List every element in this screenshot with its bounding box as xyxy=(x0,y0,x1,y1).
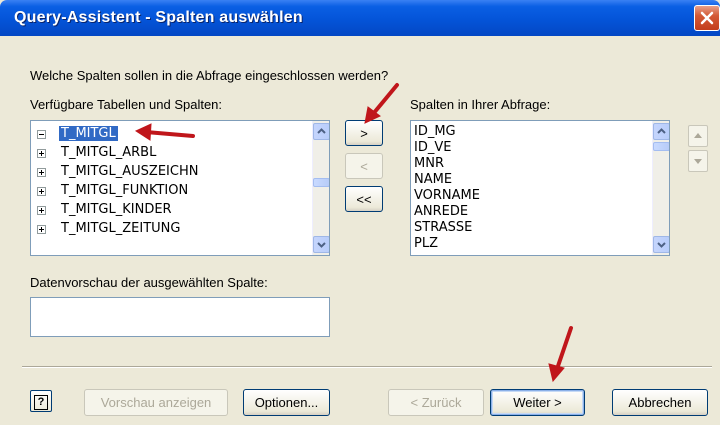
chevron-up-icon xyxy=(317,128,326,134)
remove-column-button[interactable]: < xyxy=(345,153,383,179)
expand-icon[interactable] xyxy=(37,149,46,158)
vertical-scrollbar[interactable] xyxy=(652,121,669,255)
available-label: Verfügbare Tabellen und Spalten: xyxy=(30,97,223,112)
title-bar: Query-Assistent - Spalten auswählen xyxy=(0,0,720,36)
list-item[interactable]: ID_VE xyxy=(414,140,451,156)
tree-item-t-mitgl-zeitung[interactable]: T_MITGL_ZEITUNG xyxy=(31,220,311,238)
preview-field xyxy=(30,297,330,337)
query-columns-label: Spalten in Ihrer Abfrage: xyxy=(410,97,551,112)
tree-item-t-mitgl-auszeichn[interactable]: T_MITGL_AUSZEICHN xyxy=(31,163,311,181)
list-item[interactable]: PLZ xyxy=(414,236,438,252)
list-item[interactable]: MNR xyxy=(414,156,444,172)
available-tables-list[interactable]: T_MITGL T_MITGL_ARBL T_MITGL_AUSZEICHN T… xyxy=(30,120,330,256)
list-item[interactable]: VORNAME xyxy=(414,188,480,204)
scroll-thumb[interactable] xyxy=(313,178,329,187)
next-button[interactable]: Weiter > xyxy=(490,389,585,416)
close-button[interactable] xyxy=(694,5,720,31)
add-column-button[interactable]: > xyxy=(345,120,383,146)
tree-item-label: T_MITGL xyxy=(59,126,118,141)
list-item[interactable]: ANREDE xyxy=(414,204,468,220)
preview-button[interactable]: Vorschau anzeigen xyxy=(84,389,228,416)
scroll-up-button[interactable] xyxy=(653,123,669,140)
chevron-down-icon xyxy=(317,242,326,248)
tree-item-label: T_MITGL_FUNKTION xyxy=(61,183,189,198)
list-item[interactable]: STRASSE xyxy=(414,220,472,236)
preview-label: Datenvorschau der ausgewählten Spalte: xyxy=(30,275,268,290)
move-down-button[interactable] xyxy=(688,150,708,172)
help-button[interactable]: ? xyxy=(30,390,52,412)
scroll-down-button[interactable] xyxy=(313,236,329,253)
list-item[interactable]: NAME xyxy=(414,172,452,188)
tree-item-t-mitgl-kinder[interactable]: T_MITGL_KINDER xyxy=(31,201,311,219)
chevron-down-icon xyxy=(657,242,666,248)
tree-item-t-mitgl-arbl[interactable]: T_MITGL_ARBL xyxy=(31,144,311,162)
query-columns-list[interactable]: ID_MG ID_VE MNR NAME VORNAME ANREDE STRA… xyxy=(410,120,670,256)
back-button[interactable]: < Zurück xyxy=(388,389,484,416)
window-title: Query-Assistent - Spalten auswählen xyxy=(14,9,303,26)
cancel-button[interactable]: Abbrechen xyxy=(612,389,708,416)
triangle-down-icon xyxy=(694,159,702,164)
expand-icon[interactable] xyxy=(37,225,46,234)
vertical-scrollbar[interactable] xyxy=(312,121,329,255)
tree-item-t-mitgl[interactable]: T_MITGL xyxy=(31,125,311,143)
expand-icon[interactable] xyxy=(37,187,46,196)
tree-item-label: T_MITGL_ARBL xyxy=(61,145,157,160)
options-button[interactable]: Optionen... xyxy=(243,389,330,416)
scroll-down-button[interactable] xyxy=(653,236,669,253)
scroll-up-button[interactable] xyxy=(313,123,329,140)
tree-item-label: T_MITGL_KINDER xyxy=(61,202,172,217)
help-icon: ? xyxy=(34,395,48,410)
move-up-button[interactable] xyxy=(688,125,708,147)
separator xyxy=(22,366,712,368)
tree-item-label: T_MITGL_ZEITUNG xyxy=(61,221,181,236)
list-item[interactable]: ID_MG xyxy=(414,124,456,140)
tree-item-label: T_MITGL_AUSZEICHN xyxy=(61,164,199,179)
expand-icon[interactable] xyxy=(37,206,46,215)
collapse-icon[interactable] xyxy=(37,130,46,139)
scroll-thumb[interactable] xyxy=(653,142,669,151)
expand-icon[interactable] xyxy=(37,168,46,177)
remove-all-columns-button[interactable]: << xyxy=(345,186,383,212)
close-icon xyxy=(700,11,714,25)
triangle-up-icon xyxy=(694,133,702,138)
prompt-text: Welche Spalten sollen in die Abfrage ein… xyxy=(30,68,389,83)
chevron-up-icon xyxy=(657,128,666,134)
tree-item-t-mitgl-funktion[interactable]: T_MITGL_FUNKTION xyxy=(31,182,311,200)
